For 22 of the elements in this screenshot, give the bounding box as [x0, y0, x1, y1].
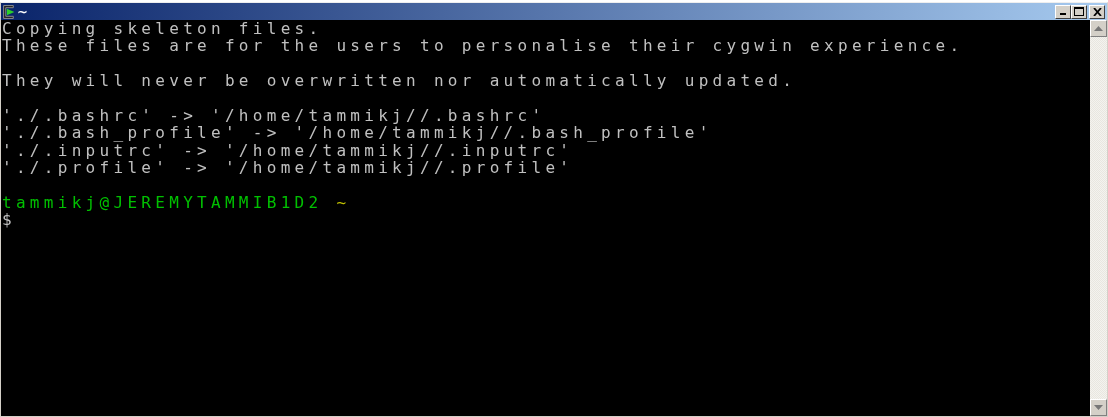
minimize-icon: [1060, 13, 1066, 15]
output-line: These files are for the users to personalise their cygwin experience.: [2, 36, 964, 56]
window-title: ~: [17, 4, 28, 19]
prompt-user-host: tammikj@JEREMYTAMMIB1D2: [2, 192, 323, 212]
minimize-button[interactable]: [1055, 4, 1071, 19]
output-line: './.bash_profile' -> '/home/tammikj//.bash_profile': [2, 123, 713, 143]
output-line: Copying skeleton files.: [2, 20, 323, 38]
output-line: './.bashrc' -> '/home/tammikj//.bashrc': [2, 105, 546, 125]
maximize-button[interactable]: [1071, 4, 1087, 19]
output-line: './.profile' -> '/home/tammikj//.profile': [2, 158, 574, 178]
down-arrow-icon: [1094, 405, 1103, 410]
prompt-path: ~: [336, 192, 351, 212]
scroll-down-button[interactable]: [1090, 399, 1107, 416]
up-arrow-icon: [1094, 26, 1103, 31]
maximize-icon: [1074, 7, 1084, 16]
scroll-up-button[interactable]: [1090, 20, 1107, 37]
prompt-symbol: $: [2, 210, 16, 230]
output-line: They will never be overwritten nor automatically updated.: [2, 71, 797, 91]
scrollbar[interactable]: [1090, 20, 1107, 416]
close-button[interactable]: [1089, 4, 1105, 19]
close-icon: [1092, 7, 1102, 16]
terminal-icon: [3, 4, 15, 19]
